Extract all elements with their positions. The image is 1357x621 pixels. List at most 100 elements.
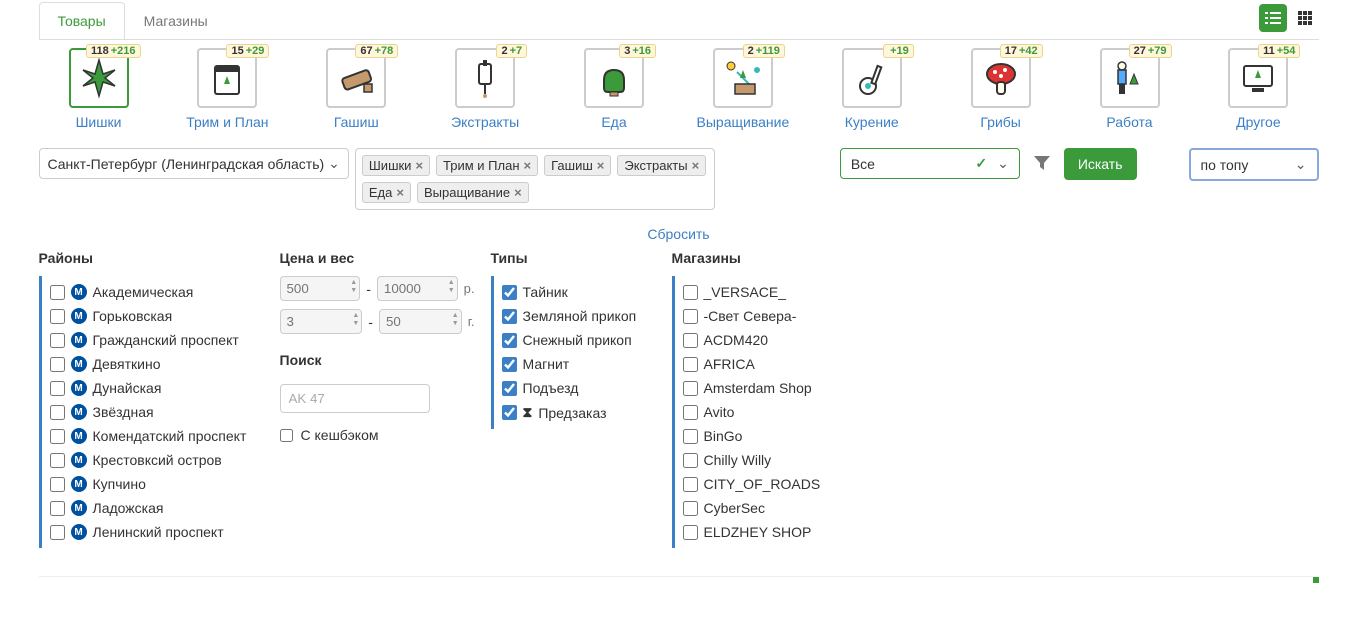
search-input[interactable] [280,384,430,413]
rayon-item[interactable]: МГражданский проспект [50,328,256,352]
tag-remove-icon[interactable]: × [524,158,532,173]
hourglass-icon: ⧗ [523,404,533,421]
shop-item[interactable]: Amsterdam Shop [683,376,1311,400]
shop-label: ACDM420 [704,332,769,348]
rayon-item[interactable]: МАкадемическая [50,280,256,304]
shops-list[interactable]: _VERSACE_ -Свет Севера- ACDM420 AFRICAAmste… [672,276,1319,548]
tab-products[interactable]: Товары [39,2,125,39]
view-list-button[interactable] [1259,4,1287,32]
spinner-icon[interactable]: ▲▼ [350,279,357,295]
type-label: Подъезд [523,380,579,396]
rayons-column: Районы МАкадемическаяМГорьковскаяМГражда… [39,250,264,548]
rayon-item[interactable]: МДевяткино [50,352,256,376]
shop-item[interactable]: _VERSACE_ [683,280,1311,304]
view-grid-button[interactable] [1291,4,1319,32]
type-item[interactable]: Снежный прикоп [502,328,648,352]
category-7[interactable]: 17+42Грибы [941,48,1061,130]
tag-label: Выращивание [424,185,510,200]
metro-icon: М [71,404,87,420]
category-1[interactable]: 15+29Трим и План [167,48,287,130]
type-item[interactable]: Тайник [502,280,648,304]
city-select[interactable]: Санкт-Петербург (Ленинградская область) … [39,148,349,179]
category-5[interactable]: 2+119Выращивание [683,48,803,130]
category-row: 118+216Шишки15+29Трим и План67+78Гашиш2+… [39,40,1319,142]
cashback-checkbox[interactable]: С кешбэком [280,427,475,443]
shop-label: Chilly Willy [704,452,772,468]
price-column: Цена и вес ▲▼ - ▲▼ р. ▲▼ - ▲▼ г. Поиск С… [280,250,475,443]
category-0[interactable]: 118+216Шишки [39,48,159,130]
filter-icon[interactable] [1026,148,1058,178]
shop-item[interactable]: ACDM420 [683,328,1311,352]
rayon-label: Горьковская [93,308,173,324]
category-label: Курение [845,114,899,130]
type-item[interactable]: Магнит [502,352,648,376]
rayon-item[interactable]: МКрестовксий остров [50,448,256,472]
category-2[interactable]: 67+78Гашиш [296,48,416,130]
shop-item[interactable]: CyberSec [683,496,1311,520]
category-label: Другое [1236,114,1280,130]
rayon-item[interactable]: МКупчино [50,472,256,496]
category-3[interactable]: 2+7Экстракты [425,48,545,130]
category-label: Грибы [980,114,1020,130]
shop-item[interactable]: -Свет Севера- [683,304,1311,328]
spinner-icon[interactable]: ▲▼ [448,279,455,295]
rayon-item[interactable]: МДунайская [50,376,256,400]
view-toggles [1259,4,1319,32]
tag-remove-icon[interactable]: × [692,158,700,173]
unit-weight: г. [468,314,475,329]
rayons-list[interactable]: МАкадемическаяМГорьковскаяМГражданский п… [39,276,264,548]
rayon-label: Девяткино [93,356,161,372]
spinner-icon[interactable]: ▲▼ [352,312,359,328]
search-button[interactable]: Искать [1064,148,1137,180]
grid-icon [1298,11,1312,25]
type-item[interactable]: Подъезд [502,376,648,400]
types-list: Тайник Земляной прикоп Снежный прикоп Магни… [491,276,656,429]
price-min-input[interactable]: ▲▼ [280,276,361,301]
rayon-item[interactable]: МГорьковская [50,304,256,328]
category-badge: 3+16 [619,44,656,58]
shop-item[interactable]: ELDZHEY SHOP [683,520,1311,544]
category-label: Шишки [76,114,122,130]
shop-label: _VERSACE_ [704,284,786,300]
category-4[interactable]: 3+16Еда [554,48,674,130]
tab-shops[interactable]: Магазины [125,2,227,39]
category-label: Гашиш [334,114,379,130]
shop-item[interactable]: AFRICA [683,352,1311,376]
type-item[interactable]: ⧗ Предзаказ [502,400,648,425]
reset-link[interactable]: Сбросить [39,226,1319,242]
type-label: Снежный прикоп [523,332,632,348]
tag-remove-icon[interactable]: × [514,185,522,200]
tag-remove-icon[interactable]: × [396,185,404,200]
type-label: Земляной прикоп [523,308,637,324]
sort-dropdown[interactable]: по топу ⌄ [1189,148,1319,181]
weight-max-input[interactable]: ▲▼ [379,309,462,334]
filters-panel: Районы МАкадемическаяМГорьковскаяМГражда… [39,250,1319,548]
rayon-item[interactable]: МЛенинский проспект [50,520,256,544]
shop-label: CyberSec [704,500,765,516]
rayon-item[interactable]: МКомендатский проспект [50,424,256,448]
category-8[interactable]: 27+79Работа [1070,48,1190,130]
rayon-item[interactable]: МЛадожская [50,496,256,520]
tag-remove-icon[interactable]: × [597,158,605,173]
metro-icon: М [71,380,87,396]
category-label: Еда [601,114,626,130]
category-badge: 27+79 [1129,44,1172,58]
price-max-input[interactable]: ▲▼ [377,276,458,301]
category-badge: 11+54 [1258,44,1300,58]
weight-min-input[interactable]: ▲▼ [280,309,363,334]
category-badge: 17+42 [1000,44,1043,58]
type-item[interactable]: Земляной прикоп [502,304,648,328]
category-label: Работа [1106,114,1152,130]
shop-item[interactable]: CITY_OF_ROADS [683,472,1311,496]
all-dropdown[interactable]: Все ✓ ⌄ [840,148,1020,179]
rayon-item[interactable]: МЗвёздная [50,400,256,424]
tag-remove-icon[interactable]: × [415,158,423,173]
spinner-icon[interactable]: ▲▼ [452,312,459,328]
category-9[interactable]: 11+54Другое [1198,48,1318,130]
tag-label: Еда [369,185,393,200]
category-6[interactable]: +19Курение [812,48,932,130]
shop-item[interactable]: Chilly Willy [683,448,1311,472]
shop-item[interactable]: Avito [683,400,1311,424]
shop-item[interactable]: BinGo [683,424,1311,448]
rayons-header: Районы [39,250,264,266]
